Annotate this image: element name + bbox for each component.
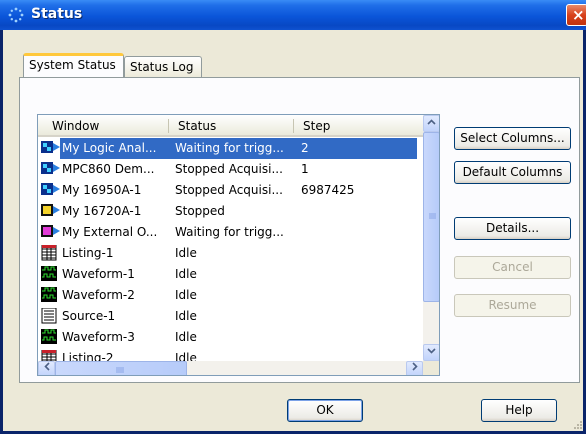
list-row[interactable]: My External O... Waiting for trigg... xyxy=(38,222,423,243)
list-row[interactable]: My 16950A-1 Stopped Acquisi... 6987425 xyxy=(38,180,423,201)
row-status: Waiting for trigg... xyxy=(175,141,284,155)
column-divider[interactable] xyxy=(293,119,294,133)
row-window-name: Waveform-2 xyxy=(62,288,135,302)
list-row[interactable]: Waveform-3 Idle xyxy=(38,327,423,348)
status-dialog: Status × System Status Status Log Window… xyxy=(0,0,586,434)
row-window-name: Waveform-1 xyxy=(62,267,135,281)
row-status: Idle xyxy=(175,309,197,323)
window-title: Status xyxy=(31,6,83,22)
grip-icon xyxy=(116,367,124,373)
list-row[interactable]: Source-1 Idle xyxy=(38,306,423,327)
row-status: Idle xyxy=(175,267,197,281)
list-row[interactable]: Listing-1 Idle xyxy=(38,243,423,264)
status-list[interactable]: Window Status Step My Logic Anal... Waiti… xyxy=(37,114,440,376)
logic-analyzer-icon xyxy=(41,162,60,174)
select-columns-button[interactable]: Select Columns... xyxy=(454,127,571,150)
horizontal-scrollbar[interactable] xyxy=(38,361,423,375)
list-row[interactable]: My 16720A-1 Stopped xyxy=(38,201,423,222)
column-header-status[interactable]: Status xyxy=(178,119,216,133)
row-window-name: MPC860 Dem... xyxy=(62,162,155,176)
resume-button[interactable]: Resume xyxy=(454,294,571,317)
row-window-name: My External O... xyxy=(62,225,158,239)
scroll-down-button[interactable] xyxy=(423,344,439,361)
column-header-window[interactable]: Window xyxy=(52,119,99,133)
logic-analyzer-icon xyxy=(41,141,60,153)
scrollbar-corner xyxy=(423,361,439,375)
close-icon: × xyxy=(572,6,585,24)
row-step: 1 xyxy=(301,162,309,176)
row-status: Stopped Acquisi... xyxy=(175,162,283,176)
waveform-icon xyxy=(41,287,57,302)
resize-grip-icon[interactable] xyxy=(573,420,583,430)
cancel-button[interactable]: Cancel xyxy=(454,256,571,279)
grip-icon xyxy=(429,213,436,219)
status-app-icon xyxy=(8,7,24,23)
row-status: Idle xyxy=(175,330,197,344)
column-divider[interactable] xyxy=(168,119,169,133)
tab-system-status[interactable]: System Status xyxy=(23,53,124,77)
chevron-down-icon xyxy=(427,348,436,354)
logic-analyzer-icon xyxy=(41,183,60,195)
tab-label: Status Log xyxy=(130,60,194,74)
tab-label: System Status xyxy=(29,58,116,72)
list-row[interactable]: MPC860 Dem... Stopped Acquisi... 1 xyxy=(38,159,423,180)
tab-panel: Window Status Step My Logic Anal... Waiti… xyxy=(19,77,580,383)
column-header-step[interactable]: Step xyxy=(303,119,330,133)
title-bar[interactable]: Status × xyxy=(0,0,586,30)
row-status: Stopped xyxy=(175,204,225,218)
chevron-right-icon xyxy=(411,362,418,371)
list-row[interactable]: Waveform-1 Idle xyxy=(38,264,423,285)
list-header: Window Status Step xyxy=(38,115,423,137)
module-magenta-icon xyxy=(41,225,60,237)
scroll-up-button[interactable] xyxy=(423,115,439,132)
row-window-name: My Logic Anal... xyxy=(62,141,157,155)
row-window-name: Source-1 xyxy=(62,309,116,323)
horizontal-scroll-thumb[interactable] xyxy=(55,361,187,375)
vertical-scrollbar[interactable] xyxy=(423,115,439,361)
dialog-client-area: System Status Status Log Window Status S… xyxy=(3,30,583,431)
row-window-name: My 16950A-1 xyxy=(62,183,142,197)
ok-button[interactable]: OK xyxy=(287,399,363,422)
row-window-name: Waveform-3 xyxy=(62,330,135,344)
row-window-name: Listing-1 xyxy=(62,246,114,260)
list-row[interactable]: My Logic Anal... Waiting for trigg... 2 xyxy=(38,138,423,159)
module-yellow-icon xyxy=(41,204,60,216)
waveform-icon xyxy=(41,329,57,344)
help-button[interactable]: Help xyxy=(481,399,557,422)
chevron-up-icon xyxy=(427,119,436,125)
scroll-left-button[interactable] xyxy=(38,361,55,375)
details-button[interactable]: Details... xyxy=(454,217,571,240)
listing-icon xyxy=(41,245,57,261)
scroll-right-button[interactable] xyxy=(406,361,423,375)
row-step: 6987425 xyxy=(301,183,355,197)
tab-status-log[interactable]: Status Log xyxy=(124,56,202,78)
row-status: Stopped Acquisi... xyxy=(175,183,283,197)
vertical-scroll-thumb[interactable] xyxy=(423,132,439,302)
row-step: 2 xyxy=(301,141,309,155)
close-button[interactable]: × xyxy=(566,4,586,26)
list-row[interactable]: Waveform-2 Idle xyxy=(38,285,423,306)
row-status: Waiting for trigg... xyxy=(175,225,284,239)
chevron-left-icon xyxy=(43,362,50,371)
row-window-name: My 16720A-1 xyxy=(62,204,142,218)
source-icon xyxy=(41,308,57,324)
waveform-icon xyxy=(41,266,57,281)
default-columns-button[interactable]: Default Columns xyxy=(454,161,571,184)
row-status: Idle xyxy=(175,288,197,302)
row-status: Idle xyxy=(175,246,197,260)
